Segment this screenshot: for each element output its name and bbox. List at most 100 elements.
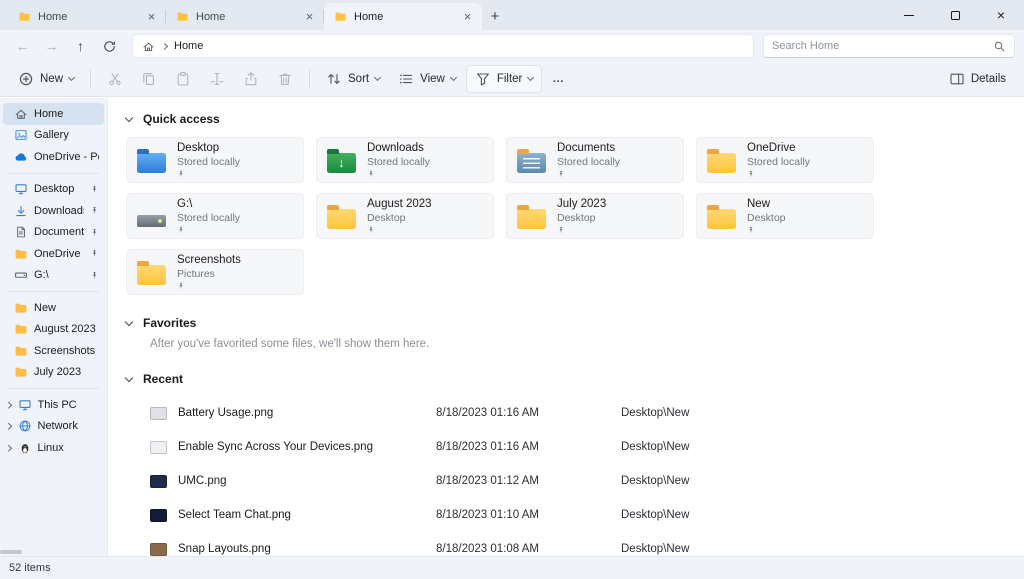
recent-file-row[interactable]: Select Team Chat.png 8/18/2023 01:10 AM … <box>126 498 1024 532</box>
search-input[interactable] <box>772 40 987 52</box>
quick-access-card[interactable]: Documents Stored locally <box>506 137 684 183</box>
quick-access-header[interactable]: Quick access <box>126 107 1024 131</box>
new-button-label: New <box>40 73 63 85</box>
up-button[interactable] <box>67 33 94 59</box>
refresh-icon <box>102 39 117 54</box>
chevron-right-icon[interactable] <box>5 445 11 451</box>
refresh-button[interactable] <box>96 33 123 59</box>
sidebar-item-label: OneDrive - Persona <box>34 151 99 163</box>
sort-button[interactable]: Sort <box>318 65 388 93</box>
sidebar-item[interactable]: Downloads <box>3 200 104 222</box>
chevron-right-icon[interactable] <box>5 423 11 429</box>
view-button[interactable]: View <box>390 65 464 93</box>
rename-button[interactable] <box>201 65 233 93</box>
recent-file-row[interactable]: UMC.png 8/18/2023 01:12 AM Desktop\New <box>126 464 1024 498</box>
quick-access-card[interactable]: August 2023 Desktop <box>316 193 494 239</box>
sidebar-item[interactable]: Linux <box>3 437 104 459</box>
card-subtitle: Stored locally <box>177 212 240 225</box>
chevron-right-icon[interactable] <box>5 402 11 408</box>
share-button[interactable] <box>235 65 267 93</box>
search-box[interactable] <box>763 34 1015 58</box>
explorer-tab[interactable]: Home <box>8 3 166 30</box>
quick-access-card[interactable]: OneDrive Stored locally <box>696 137 874 183</box>
quick-access-card[interactable]: Downloads Stored locally <box>316 137 494 183</box>
recent-file-row[interactable]: Snap Layouts.png 8/18/2023 01:08 AM Desk… <box>126 532 1024 556</box>
recent-file-row[interactable]: Battery Usage.png 8/18/2023 01:16 AM Des… <box>126 396 1024 430</box>
card-name: OneDrive <box>747 142 810 156</box>
chevron-down-icon[interactable] <box>125 113 133 121</box>
pin-icon <box>177 282 185 290</box>
file-location: Desktop\New <box>621 543 689 555</box>
folder-icon <box>14 301 28 315</box>
card-name: Screenshots <box>177 254 241 268</box>
sidebar-item[interactable]: This PC <box>3 394 104 416</box>
new-button[interactable]: New <box>10 65 82 93</box>
quick-access-card[interactable]: Screenshots Pictures <box>126 249 304 295</box>
sidebar-item[interactable]: OneDrive <box>3 243 104 265</box>
sidebar-group-tree: This PC Network Linux <box>0 394 107 459</box>
pin-icon <box>90 271 99 280</box>
downloads-icon <box>327 153 356 173</box>
new-tab-button[interactable] <box>482 3 508 29</box>
item-count: 52 items <box>9 562 51 574</box>
file-explorer-window: { "window": { "tabs": [ {"label": "Home"… <box>0 0 1024 579</box>
favorites-header[interactable]: Favorites <box>126 311 1024 335</box>
card-name: Desktop <box>177 142 240 156</box>
tab-close-icon[interactable] <box>301 8 318 25</box>
sidebar-item-label: August 2023 <box>34 323 99 335</box>
sidebar-item[interactable]: Documents <box>3 222 104 244</box>
sidebar-item[interactable]: July 2023 <box>3 362 104 384</box>
card-name: July 2023 <box>557 198 606 212</box>
breadcrumb[interactable]: Home <box>174 40 203 52</box>
explorer-tab[interactable]: Home <box>324 3 482 30</box>
more-options-button[interactable]: … <box>544 65 573 93</box>
card-text: Screenshots Pictures <box>177 254 241 289</box>
delete-button[interactable] <box>269 65 301 93</box>
sidebar-item[interactable]: Home <box>3 103 104 125</box>
sidebar-item[interactable]: Screenshots <box>3 340 104 362</box>
forward-button[interactable] <box>38 33 65 59</box>
minimize-button[interactable] <box>886 0 932 30</box>
pin-icon <box>367 226 375 234</box>
pin-icon <box>747 170 755 178</box>
close-button[interactable] <box>978 0 1024 30</box>
sidebar-item[interactable]: New <box>3 297 104 319</box>
quick-access-card[interactable]: July 2023 Desktop <box>506 193 684 239</box>
paste-button[interactable] <box>167 65 199 93</box>
tab-close-icon[interactable] <box>143 8 160 25</box>
recent-file-row[interactable]: Enable Sync Across Your Devices.png 8/18… <box>126 430 1024 464</box>
card-text: New Desktop <box>747 198 786 233</box>
home-icon <box>142 40 155 53</box>
folder-icon <box>707 153 736 173</box>
share-icon <box>243 71 259 87</box>
sidebar-item[interactable]: Gallery <box>3 125 104 147</box>
sidebar-item[interactable]: OneDrive - Persona <box>3 146 104 168</box>
chevron-down-icon[interactable] <box>125 317 133 325</box>
favorites-empty-message: After you've favorited some files, we'll… <box>150 338 1024 350</box>
copy-button[interactable] <box>133 65 165 93</box>
maximize-button[interactable] <box>932 0 978 30</box>
sidebar-item[interactable]: G:\ <box>3 265 104 287</box>
quick-access-card[interactable]: New Desktop <box>696 193 874 239</box>
file-name: Snap Layouts.png <box>178 543 436 555</box>
filter-button[interactable]: Filter <box>466 65 543 93</box>
tab-title: Home <box>196 11 294 23</box>
quick-access-card[interactable]: G:\ Stored locally <box>126 193 304 239</box>
sidebar-item[interactable]: Network <box>3 416 104 438</box>
plus-circle-icon <box>18 71 34 87</box>
details-pane-button[interactable]: Details <box>941 65 1014 93</box>
cut-button[interactable] <box>99 65 131 93</box>
quick-access-card[interactable]: Desktop Stored locally <box>126 137 304 183</box>
chevron-down-icon[interactable] <box>125 373 133 381</box>
explorer-tab[interactable]: Home <box>166 3 324 30</box>
recent-header[interactable]: Recent <box>126 367 1024 391</box>
tab-close-icon[interactable] <box>459 8 476 25</box>
sidebar-item[interactable]: Desktop <box>3 179 104 201</box>
address-bar[interactable]: Home <box>132 34 754 58</box>
card-name: New <box>747 198 786 212</box>
network-icon <box>18 419 32 433</box>
navigation-pane: Home Gallery OneDrive - Persona Desktop <box>0 98 108 556</box>
back-button[interactable] <box>9 33 36 59</box>
sidebar-item[interactable]: August 2023 <box>3 319 104 341</box>
horizontal-scrollbar[interactable] <box>0 550 22 554</box>
